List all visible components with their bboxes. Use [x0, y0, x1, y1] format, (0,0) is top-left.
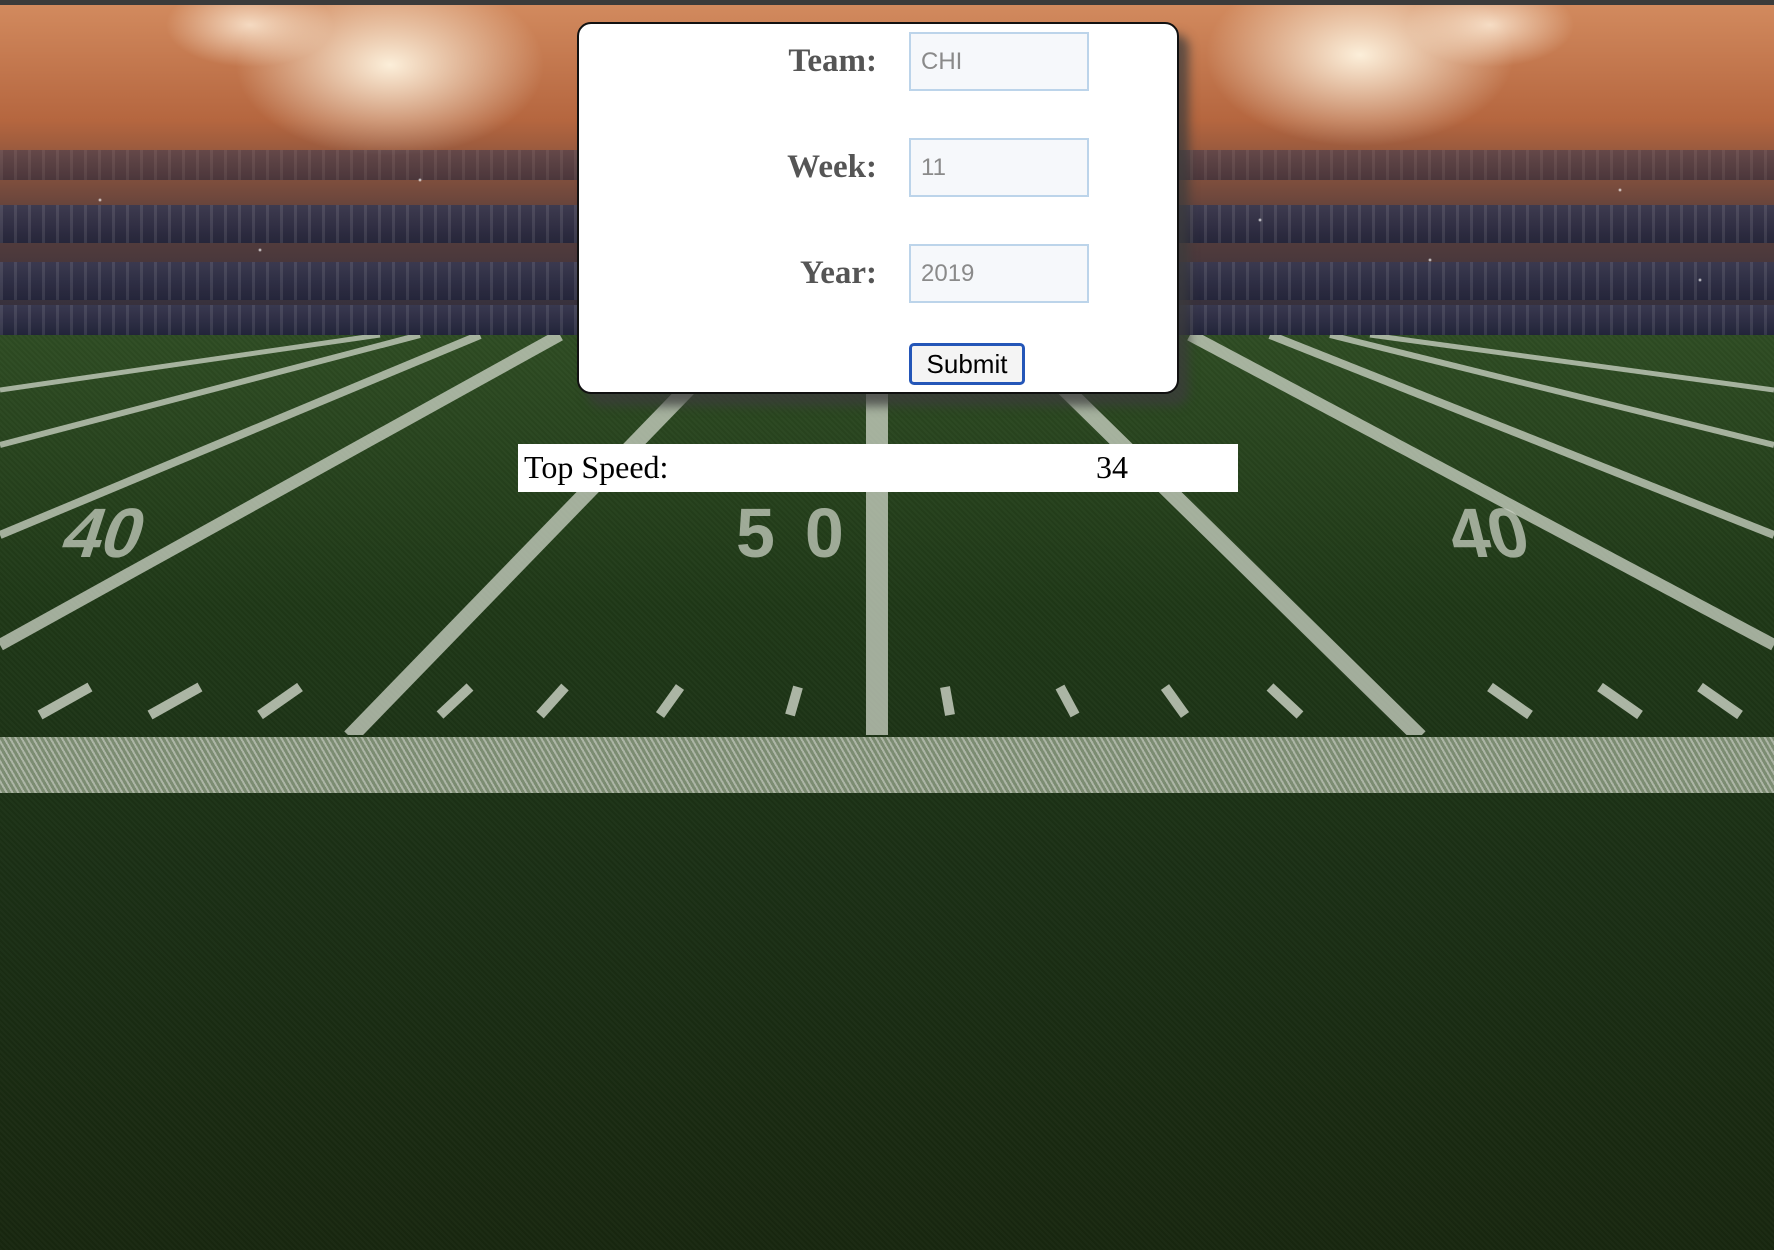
week-input[interactable]: [909, 138, 1089, 197]
team-row: Team:: [579, 29, 1177, 91]
yard-line: [1004, 335, 1426, 735]
top-speed-value: 34: [1096, 449, 1128, 485]
year-label: Year:: [800, 255, 877, 291]
query-form: Team: Week: Year: Submit: [577, 22, 1179, 394]
yard-line: [0, 335, 482, 539]
sideline-stripe: [0, 737, 1774, 793]
team-label: Team:: [788, 43, 877, 79]
year-row: Year:: [579, 241, 1177, 303]
team-input[interactable]: [909, 32, 1089, 91]
week-row: Week:: [579, 135, 1177, 197]
top-speed-label: Top Speed:: [524, 449, 669, 485]
yard-line: [344, 335, 746, 735]
year-input[interactable]: [909, 244, 1089, 303]
submit-button[interactable]: Submit: [909, 343, 1025, 385]
yard-line: [1329, 335, 1774, 448]
field-lines: 40 50 40: [0, 335, 1774, 735]
yardline-number-center: 50: [736, 494, 874, 572]
top-speed-result: Top Speed: 34: [518, 444, 1238, 492]
week-label: Week:: [787, 149, 877, 185]
hash-marks: [37, 682, 1743, 720]
